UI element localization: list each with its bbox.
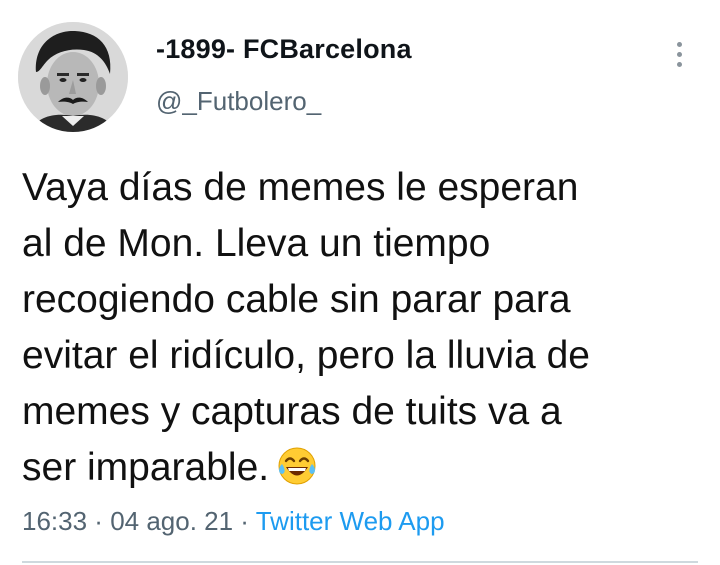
tweet-date[interactable]: 04 ago. 21 xyxy=(110,506,233,536)
meta-separator: · xyxy=(87,506,111,536)
tweet-line: recogiendo cable sin parar para xyxy=(22,278,571,321)
divider xyxy=(22,561,698,563)
tweet-line: al de Mon. Lleva un tiempo xyxy=(22,222,491,265)
more-vertical-icon-dot xyxy=(677,52,682,57)
tweet-source-link[interactable]: Twitter Web App xyxy=(256,506,445,536)
more-options-button[interactable] xyxy=(668,38,692,70)
more-vertical-icon xyxy=(677,42,682,47)
tweet-line-last-text: ser imparable. xyxy=(22,446,270,489)
more-vertical-icon-dot xyxy=(677,62,682,67)
face-with-tears-of-joy-icon xyxy=(277,446,317,502)
tweet-line: Vaya días de memes le esperan xyxy=(22,166,579,209)
avatar[interactable] xyxy=(18,22,128,132)
tweet-line-last: ser imparable. xyxy=(22,440,712,502)
portrait-avatar-icon xyxy=(18,22,128,132)
display-name[interactable]: -1899- FCBarcelona xyxy=(156,34,412,65)
tweet-time[interactable]: 16:33 xyxy=(22,506,87,536)
tweet-line: evitar el ridículo, pero la lluvia de xyxy=(22,334,590,377)
meta-separator: · xyxy=(233,506,256,536)
tweet-meta: 16:33 · 04 ago. 21 · Twitter Web App xyxy=(22,506,445,537)
user-handle[interactable]: @_Futbolero_ xyxy=(156,86,321,117)
tweet-text: Vaya días de memes le esperan al de Mon.… xyxy=(22,160,712,502)
tweet-line: memes y capturas de tuits va a xyxy=(22,390,562,433)
